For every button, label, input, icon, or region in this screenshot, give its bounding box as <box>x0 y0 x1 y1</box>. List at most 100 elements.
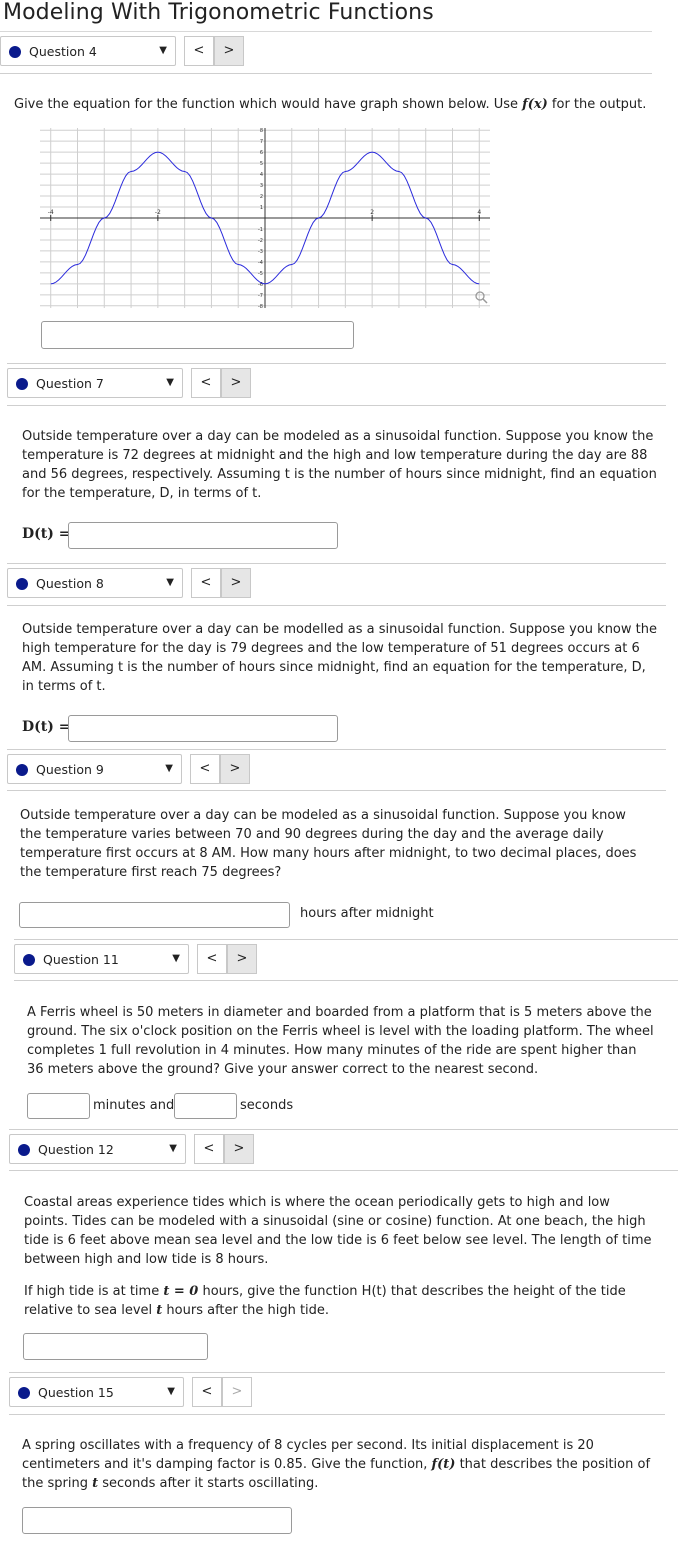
function-graph[interactable]: -4 -2 2 487654321-1-2-3-4-5-6-7-8 <box>40 128 490 308</box>
divider <box>7 790 666 791</box>
divider <box>14 939 678 940</box>
math-expression: f(x) <box>522 97 548 112</box>
next-question-button[interactable]: > <box>222 1377 252 1407</box>
divider <box>7 749 666 750</box>
y-tick-label: 1 <box>260 205 263 211</box>
magnifier-lens <box>475 291 485 301</box>
next-question-button[interactable]: > <box>214 36 244 66</box>
status-dot-icon <box>9 46 21 58</box>
status-dot-icon <box>18 1144 30 1156</box>
previous-question-button[interactable]: < <box>194 1134 224 1164</box>
question-select-label: Question 8 <box>36 576 104 591</box>
answer-input[interactable] <box>23 1333 208 1360</box>
answer-input[interactable] <box>41 321 354 349</box>
y-tick-label: 4 <box>260 172 263 178</box>
question-select[interactable]: Question 8 ▼ <box>7 568 183 598</box>
divider <box>7 405 666 406</box>
next-question-button[interactable]: > <box>224 1134 254 1164</box>
math-expression: f(t) <box>431 1457 456 1472</box>
question-select[interactable]: Question 9 ▼ <box>7 754 182 784</box>
question-select-label: Question 11 <box>43 952 119 967</box>
divider <box>0 31 652 32</box>
question-select[interactable]: Question 7 ▼ <box>7 368 183 398</box>
caret-down-icon: ▼ <box>166 377 174 388</box>
prompt-text: hours after the high tide. <box>162 1303 330 1318</box>
minutes-input[interactable] <box>27 1093 90 1119</box>
prompt-text: seconds after it starts oscillating. <box>98 1476 319 1491</box>
question-select[interactable]: Question 11 ▼ <box>14 944 189 974</box>
seconds-unit-label: seconds <box>240 1098 294 1113</box>
divider <box>0 73 652 74</box>
y-tick-label: 6 <box>260 150 263 156</box>
previous-question-button[interactable]: < <box>192 1377 222 1407</box>
magnifier-icon[interactable] <box>475 291 488 304</box>
answer-label: D(t) = <box>22 719 71 735</box>
question-select-label: Question 15 <box>38 1385 114 1400</box>
divider <box>9 1414 665 1415</box>
y-tick-label: -7 <box>258 293 263 299</box>
page-title: Modeling With Trigonometric Functions <box>3 0 434 25</box>
next-question-button[interactable]: > <box>227 944 257 974</box>
y-tick-label: -8 <box>258 304 263 308</box>
divider <box>7 605 666 606</box>
prompt-text: for the output. <box>547 97 647 112</box>
x-tick-label: 4 <box>477 209 481 216</box>
question-prompt: Coastal areas experience tides which is … <box>24 1195 652 1267</box>
y-tick-label: -5 <box>258 271 263 277</box>
next-question-button[interactable]: > <box>220 754 250 784</box>
status-dot-icon <box>16 378 28 390</box>
y-tick-label: -3 <box>258 249 263 255</box>
y-tick-label: 5 <box>260 161 263 167</box>
previous-question-button[interactable]: < <box>184 36 214 66</box>
question-select-label: Question 7 <box>36 376 104 391</box>
question-prompt: Give the equation for the function which… <box>14 95 654 114</box>
next-question-button[interactable]: > <box>221 368 251 398</box>
y-tick-label: -2 <box>258 238 263 244</box>
previous-question-button[interactable]: < <box>197 944 227 974</box>
next-question-button[interactable]: > <box>221 568 251 598</box>
status-dot-icon <box>16 764 28 776</box>
caret-down-icon: ▼ <box>165 763 173 774</box>
divider <box>14 980 678 981</box>
status-dot-icon <box>23 954 35 966</box>
divider <box>7 363 666 364</box>
question-select[interactable]: Question 12 ▼ <box>9 1134 186 1164</box>
answer-input[interactable] <box>22 1507 292 1534</box>
question-select-label: Question 9 <box>36 762 104 777</box>
caret-down-icon: ▼ <box>167 1386 175 1397</box>
question-select[interactable]: Question 4 ▼ <box>0 36 176 66</box>
answer-input[interactable] <box>19 902 290 928</box>
question-select-label: Question 12 <box>38 1142 114 1157</box>
answer-label: D(t) = <box>22 526 71 542</box>
question-prompt: Outside temperature over a day can be mo… <box>22 429 657 501</box>
answer-input[interactable] <box>68 715 338 742</box>
math-expression: t = 0 <box>163 1284 199 1299</box>
x-tick-label: 2 <box>370 209 374 216</box>
y-tick-label: -4 <box>258 260 263 266</box>
question-prompt: A spring oscillates with a frequency of … <box>22 1436 662 1493</box>
previous-question-button[interactable]: < <box>191 368 221 398</box>
prompt-text: Give the equation for the function which… <box>14 97 523 112</box>
y-tick-label: 7 <box>260 139 263 145</box>
caret-down-icon: ▼ <box>166 577 174 588</box>
divider <box>9 1372 665 1373</box>
divider <box>9 1170 678 1171</box>
question-select-label: Question 4 <box>29 44 97 59</box>
answer-unit-label: hours after midnight <box>300 906 434 921</box>
question-prompt: Outside temperature over a day can be mo… <box>20 808 637 880</box>
previous-question-button[interactable]: < <box>190 754 220 784</box>
divider <box>7 563 666 564</box>
previous-question-button[interactable]: < <box>191 568 221 598</box>
seconds-input[interactable] <box>174 1093 237 1119</box>
prompt-text: If high tide is at time <box>24 1284 164 1299</box>
status-dot-icon <box>16 578 28 590</box>
question-prompt: Outside temperature over a day can be mo… <box>22 622 657 694</box>
y-tick-label: 2 <box>260 194 263 200</box>
magnifier-handle <box>482 298 488 304</box>
question-select[interactable]: Question 15 ▼ <box>9 1377 184 1407</box>
answer-input[interactable] <box>68 522 338 549</box>
caret-down-icon: ▼ <box>159 45 167 56</box>
y-tick-label: 8 <box>260 128 263 134</box>
minutes-unit-label: minutes and <box>93 1098 175 1113</box>
y-tick-label: -1 <box>258 227 263 233</box>
